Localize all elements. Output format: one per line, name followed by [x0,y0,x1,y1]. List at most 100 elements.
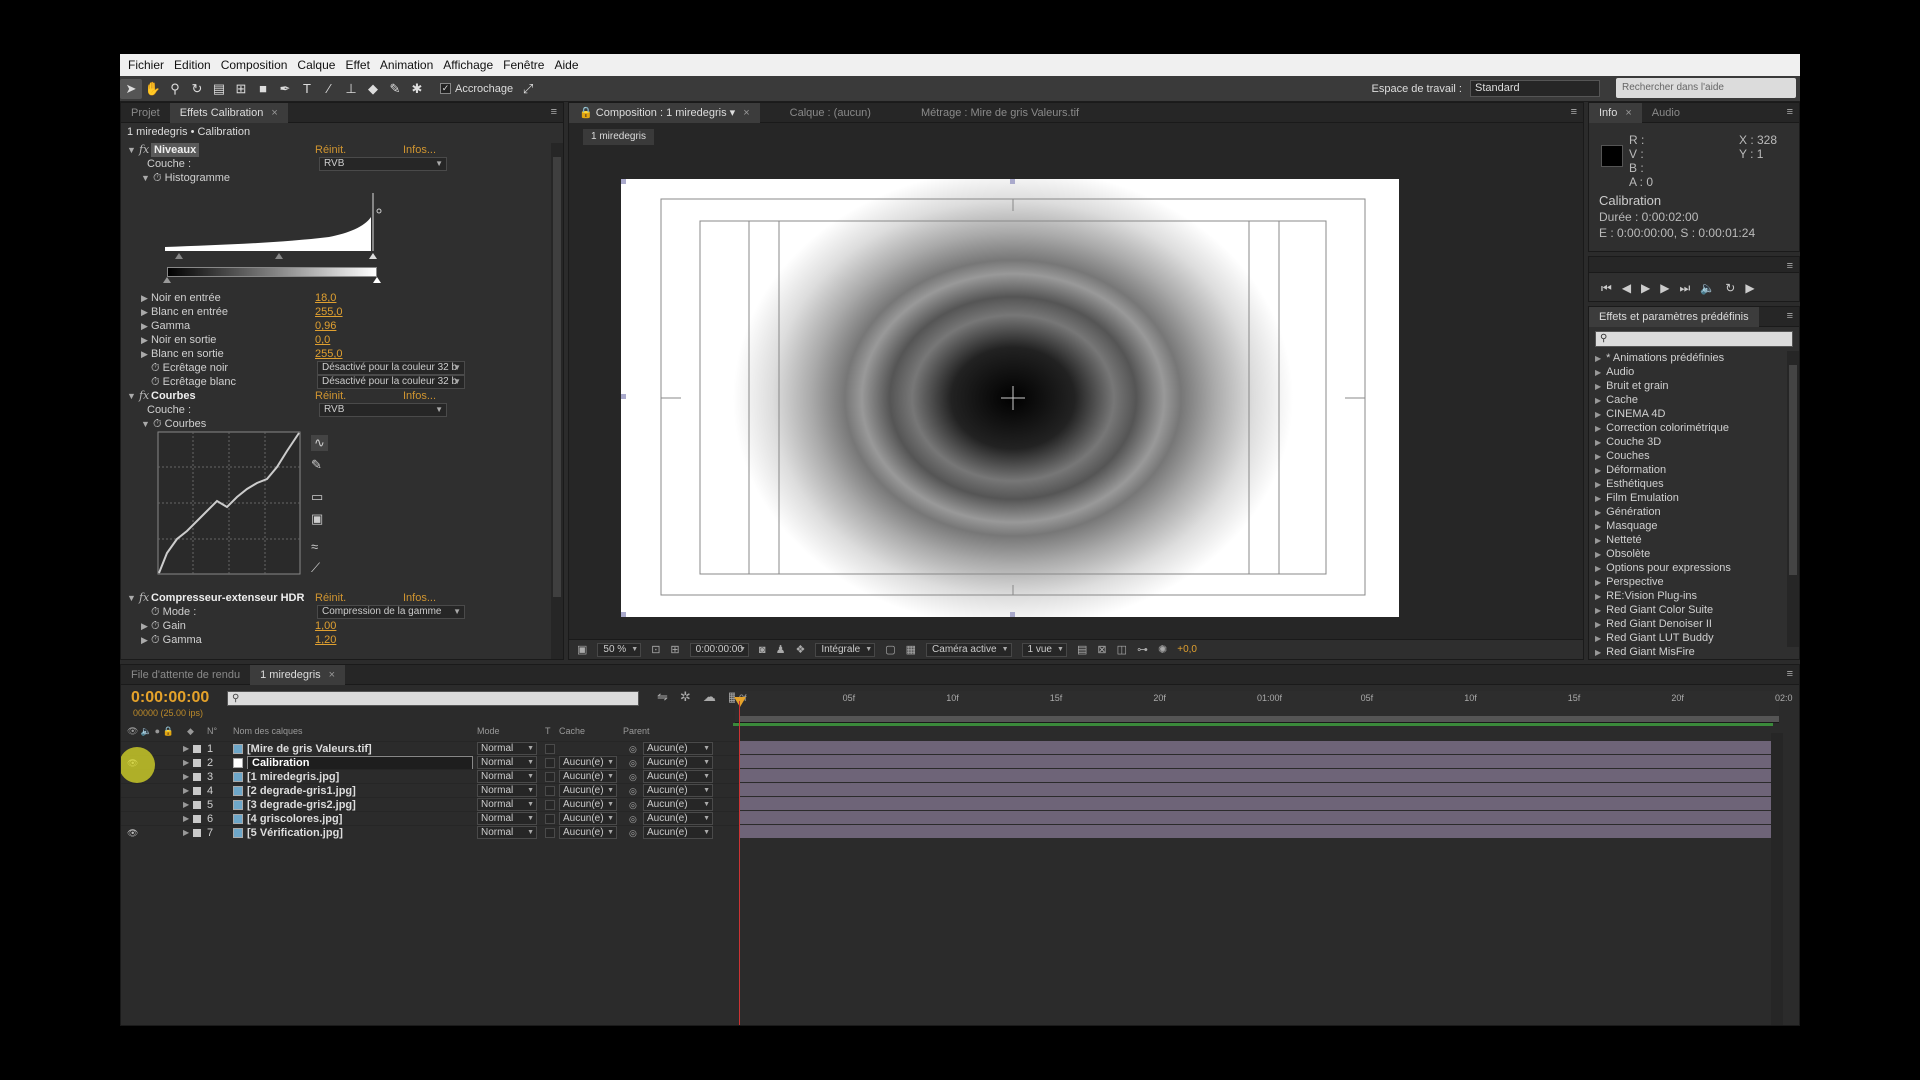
layer-duration-bar[interactable] [739,755,1773,768]
help-search-input[interactable]: Rechercher dans l'aide [1616,78,1796,98]
rectangle-tool-icon[interactable]: ■ [252,79,274,99]
layer-handle[interactable] [1010,612,1015,617]
ecretage-blanc-dropdown[interactable]: Désactivé pour la couleur 32 b [317,375,465,389]
blanc-entree-value[interactable]: 255,0 [315,305,343,319]
expand-triangle-icon[interactable]: ▶ [1595,452,1601,461]
panel-menu-icon[interactable]: ≡ [1787,260,1793,272]
show-snapshot-icon[interactable]: ♟ [776,643,786,656]
histogram-handle[interactable] [376,208,382,214]
layer-name[interactable]: [Mire de gris Valeurs.tif] [247,742,372,756]
open-folder-icon[interactable]: ▭ [311,489,328,505]
blend-mode-dropdown[interactable]: Normal [477,770,537,783]
expand-triangle-icon[interactable]: ▶ [1595,606,1601,615]
ram-preview-icon[interactable]: ▶ [1745,281,1754,296]
label-color-swatch[interactable] [193,815,201,823]
draft-3d-icon[interactable]: ✲ [680,689,691,705]
clone-tool-icon[interactable]: ⊥ [340,79,362,99]
save-icon[interactable]: ▣ [311,511,328,527]
bezier-icon[interactable]: ∿ [311,435,328,451]
expand-triangle-icon[interactable]: ▶ [1595,564,1601,573]
rotate-tool-icon[interactable]: ↻ [186,79,208,99]
layer-duration-bar[interactable] [739,741,1773,754]
last-frame-icon[interactable]: ⏭ [1680,281,1691,296]
menu-fichier[interactable]: Fichier [126,58,172,72]
eraser-tool-icon[interactable]: ◆ [362,79,384,99]
layer-duration-bar[interactable] [739,825,1773,838]
menu-calque[interactable]: Calque [295,58,343,72]
transparency-grid-icon[interactable]: ▦ [906,643,916,656]
preset-category[interactable]: ▶ Cache [1595,393,1638,407]
tab-composition[interactable]: 🔒 Composition : 1 miredegris ▾ × [569,103,760,123]
close-icon[interactable]: × [271,107,277,119]
preserve-transparency-checkbox[interactable] [545,772,555,782]
curves-graph[interactable] [157,431,301,575]
pickwhip-icon[interactable]: ◎ [629,756,637,770]
layer-duration-bar[interactable] [739,769,1773,782]
preset-category[interactable]: ▶ Obsolète [1595,547,1650,561]
close-icon[interactable]: × [1625,107,1631,119]
brush-tool-icon[interactable]: ⁄ [318,79,340,99]
expand-triangle-icon[interactable]: ▶ [183,798,189,812]
timeline-search-input[interactable]: ⚲ [227,691,639,706]
channel-icon[interactable]: ❖ [795,643,805,656]
first-frame-icon[interactable]: ⏮ [1601,281,1612,296]
input-black-slider[interactable] [175,253,183,259]
region-of-interest-icon[interactable]: ▢ [885,643,895,656]
puppet-tool-icon[interactable]: ✱ [406,79,428,99]
track-matte-dropdown[interactable]: Aucun(e) [559,826,617,839]
zoom-dropdown[interactable]: 50 % [597,642,642,657]
expand-triangle-icon[interactable]: ▶ [1595,354,1601,363]
parent-dropdown[interactable]: Aucun(e) [643,756,713,769]
camera-dropdown[interactable]: Caméra active [926,642,1012,657]
pickwhip-icon[interactable]: ◎ [629,798,637,812]
menu-fenetre[interactable]: Fenêtre [501,58,552,72]
expand-triangle-icon[interactable]: ▶ [1595,368,1601,377]
noir-entree-value[interactable]: 18,0 [315,291,336,305]
workspace-dropdown[interactable]: Standard [1470,80,1600,97]
hdr-gamma-value[interactable]: 1,20 [315,633,336,647]
menu-effet[interactable]: Effet [343,58,377,72]
menu-aide[interactable]: Aide [552,58,586,72]
histogram-graph[interactable] [159,187,389,267]
pickwhip-icon[interactable]: ◎ [629,742,637,756]
label-color-swatch[interactable] [193,801,201,809]
expand-triangle-icon[interactable]: ▶ [183,770,189,784]
track-matte-dropdown[interactable]: Aucun(e) [559,798,617,811]
camera-tool-icon[interactable]: ▤ [208,79,230,99]
ecretage-noir-dropdown[interactable]: Désactivé pour la couleur 32 b [317,361,465,375]
track-matte-dropdown[interactable]: Aucun(e) [559,770,617,783]
layer-name[interactable]: [2 degrade-gris1.jpg] [247,784,356,798]
layer-handle[interactable] [1010,179,1015,184]
label-color-swatch[interactable] [193,829,201,837]
snap-toggle[interactable]: ✓ Accrochage ⤢ [440,79,539,99]
expand-triangle-icon[interactable]: ▶ [1595,592,1601,601]
hdr-mode-dropdown[interactable]: Compression de la gamme [317,605,465,619]
layer-duration-bar[interactable] [739,797,1773,810]
preset-category[interactable]: ▶ Génération [1595,505,1661,519]
menu-animation[interactable]: Animation [378,58,441,72]
parent-dropdown[interactable]: Aucun(e) [643,770,713,783]
expand-triangle-icon[interactable]: ▶ [141,293,148,303]
close-icon[interactable]: × [743,107,749,119]
preset-category[interactable]: ▶ Masquage [1595,519,1658,533]
label-color-swatch[interactable] [193,745,201,753]
gamma-value[interactable]: 0,96 [315,319,336,333]
zoom-tool-icon[interactable]: ⚲ [164,79,186,99]
label-color-swatch[interactable] [193,787,201,795]
menu-composition[interactable]: Composition [219,58,296,72]
expand-triangle-icon[interactable]: ▶ [1595,480,1601,489]
flowchart-icon[interactable]: ⊶ [1137,643,1148,656]
resolution-dropdown[interactable]: Intégrale [815,642,876,657]
text-tool-icon[interactable]: T [296,79,318,99]
reset-line-icon[interactable]: ⟋ [311,560,328,576]
timeline-scrollbar[interactable] [1771,733,1783,1025]
preset-category[interactable]: ▶ Perspective [1595,575,1664,589]
pickwhip-icon[interactable]: ◎ [629,826,637,840]
tab-audio[interactable]: Audio [1642,103,1690,123]
track-matte-dropdown[interactable]: Aucun(e) [559,812,617,825]
chevron-down-icon[interactable]: ▾ [730,107,736,119]
snapshot-icon[interactable]: ◙ [759,644,766,656]
expand-triangle-icon[interactable]: ▶ [1595,634,1601,643]
parent-dropdown[interactable]: Aucun(e) [643,784,713,797]
next-frame-icon[interactable]: ▶ [1660,281,1669,296]
